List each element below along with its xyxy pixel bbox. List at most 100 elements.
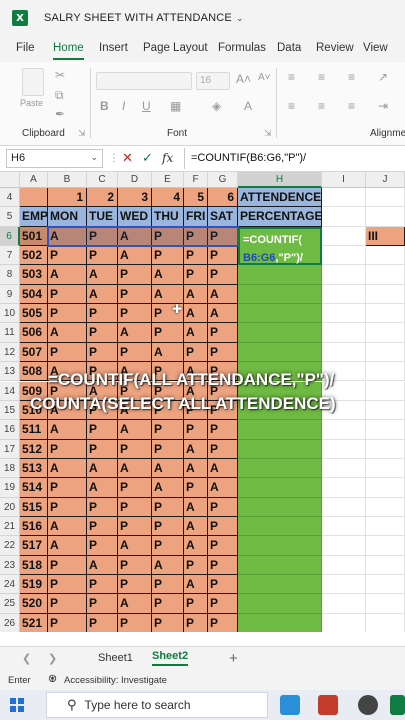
row-header-6[interactable]: 6 [0, 226, 20, 247]
cell-j22[interactable] [366, 536, 405, 556]
cell-h20[interactable] [238, 497, 322, 517]
column-header-g[interactable]: G [208, 172, 238, 188]
cell-h16[interactable] [238, 420, 322, 440]
select-all-corner[interactable] [0, 172, 20, 188]
cell-g25[interactable]: P [208, 594, 238, 614]
cell-d19[interactable]: P [118, 478, 152, 498]
cell-c25[interactable]: P [87, 594, 118, 614]
cell-b20[interactable]: P [48, 497, 87, 517]
cell-e12[interactable]: A [152, 342, 184, 363]
cell-i5[interactable] [322, 207, 366, 227]
cell-d11[interactable]: A [118, 323, 152, 343]
cell-g9[interactable]: A [208, 284, 238, 305]
cell-c19[interactable]: A [87, 478, 118, 498]
cell-a21[interactable]: 516 [20, 516, 48, 537]
row-header-16[interactable]: 16 [0, 420, 20, 440]
font-color-icon[interactable]: A [244, 99, 252, 113]
spreadsheet-grid[interactable]: A B C D E F G H I J 4 1 2 3 4 5 6 ATTENDENCE 5 EMP MON TUE WED… [0, 172, 405, 632]
sheet-tab-sheet1[interactable]: Sheet1 [98, 652, 133, 664]
cell-a10[interactable]: 505 [20, 304, 48, 324]
cell-j16[interactable] [366, 420, 405, 440]
cell-i23[interactable] [322, 555, 366, 575]
tab-view[interactable]: View [363, 42, 388, 54]
cell-h11[interactable] [238, 323, 322, 343]
cell-a9[interactable]: 504 [20, 284, 48, 305]
cell-d22[interactable]: A [118, 536, 152, 556]
cell-a17[interactable]: 512 [20, 439, 48, 459]
cell-c18[interactable]: A [87, 458, 118, 479]
cell-h12[interactable] [238, 342, 322, 363]
row-header-9[interactable]: 9 [0, 284, 20, 305]
row-header-25[interactable]: 25 [0, 594, 20, 614]
cell-e16[interactable]: P [152, 420, 184, 440]
row-header-22[interactable]: 22 [0, 536, 20, 556]
row-header-12[interactable]: 12 [0, 342, 20, 363]
cell-g12[interactable]: P [208, 342, 238, 363]
cell-j23[interactable] [366, 555, 405, 575]
cell-a18[interactable]: 513 [20, 458, 48, 479]
cell-g10[interactable]: A [208, 304, 238, 324]
column-header-h[interactable]: H [238, 172, 322, 188]
cell-b9[interactable]: P [48, 284, 87, 305]
cell-e11[interactable]: P [152, 323, 184, 343]
cell-c9[interactable]: A [87, 284, 118, 305]
cell-c20[interactable]: P [87, 497, 118, 517]
cell-f4[interactable]: 5 [184, 188, 208, 208]
cell-c22[interactable]: P [87, 536, 118, 556]
cell-f22[interactable]: A [184, 536, 208, 556]
cell-g22[interactable]: P [208, 536, 238, 556]
cell-i11[interactable] [322, 323, 366, 343]
align-top-icon[interactable]: ≡ [288, 70, 295, 84]
cell-e17[interactable]: P [152, 439, 184, 459]
cell-f7[interactable]: P [184, 246, 208, 266]
cell-d16[interactable]: A [118, 420, 152, 440]
row-header-21[interactable]: 21 [0, 516, 20, 537]
cell-d9[interactable]: P [118, 284, 152, 305]
cell-h4[interactable]: ATTENDENCE [238, 188, 322, 208]
cell-d18[interactable]: A [118, 458, 152, 479]
fill-color-icon[interactable]: ◈ [212, 99, 221, 113]
cell-g26[interactable]: P [208, 613, 238, 632]
bold-icon[interactable]: B [100, 99, 109, 113]
cell-i22[interactable] [322, 536, 366, 556]
row-header-20[interactable]: 20 [0, 497, 20, 517]
tab-data[interactable]: Data [277, 42, 301, 54]
row-header-11[interactable]: 11 [0, 323, 20, 343]
row-header-8[interactable]: 8 [0, 265, 20, 285]
copy-icon[interactable]: ⧉ [55, 88, 64, 103]
cell-g16[interactable]: P [208, 420, 238, 440]
cell-i20[interactable] [322, 497, 366, 517]
cell-b17[interactable]: P [48, 439, 87, 459]
cell-b16[interactable]: A [48, 420, 87, 440]
cell-h24[interactable] [238, 575, 322, 595]
cell-b18[interactable]: A [48, 458, 87, 479]
cell-j5[interactable] [366, 207, 405, 227]
cell-g18[interactable]: A [208, 458, 238, 479]
app-icon[interactable] [280, 695, 300, 715]
cell-a22[interactable]: 517 [20, 536, 48, 556]
cell-a8[interactable]: 503 [20, 265, 48, 285]
accessibility-status[interactable]: Accessibility: Investigate [64, 675, 167, 686]
cell-e8[interactable]: A [152, 265, 184, 285]
windows-start-icon[interactable] [10, 698, 24, 712]
cell-h25[interactable] [238, 594, 322, 614]
cell-a19[interactable]: 514 [20, 478, 48, 498]
sheet-next-icon[interactable]: ❯ [48, 652, 57, 665]
column-header-e[interactable]: E [152, 172, 184, 188]
cell-b19[interactable]: P [48, 478, 87, 498]
cell-g23[interactable]: P [208, 555, 238, 575]
row-header-23[interactable]: 23 [0, 555, 20, 575]
cell-i19[interactable] [322, 478, 366, 498]
cell-i6[interactable] [322, 226, 366, 247]
cell-f8[interactable]: P [184, 265, 208, 285]
cell-c8[interactable]: A [87, 265, 118, 285]
cell-c21[interactable]: P [87, 516, 118, 537]
paste-label[interactable]: Paste [20, 98, 43, 108]
row-header-19[interactable]: 19 [0, 478, 20, 498]
cancel-icon[interactable]: ✕ [122, 150, 133, 166]
cell-f18[interactable]: A [184, 458, 208, 479]
cell-e18[interactable]: A [152, 458, 184, 479]
tab-review[interactable]: Review [316, 42, 354, 54]
cell-i18[interactable] [322, 458, 366, 479]
format-painter-icon[interactable]: ✒ [55, 107, 65, 121]
